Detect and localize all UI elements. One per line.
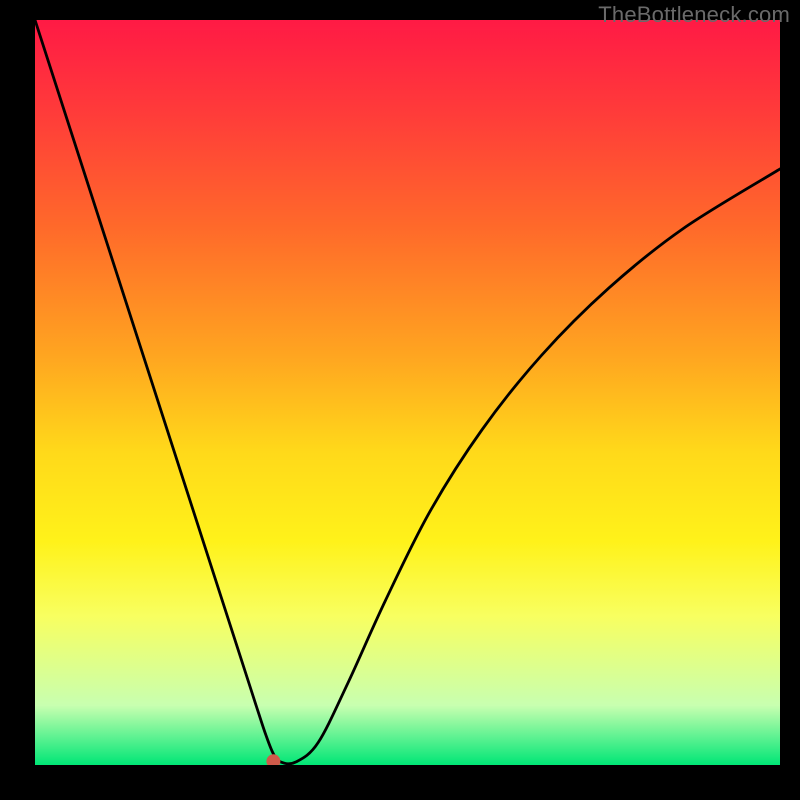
chart-frame: TheBottleneck.com	[0, 0, 800, 800]
watermark-text: TheBottleneck.com	[598, 2, 790, 28]
gradient-background	[35, 20, 780, 765]
